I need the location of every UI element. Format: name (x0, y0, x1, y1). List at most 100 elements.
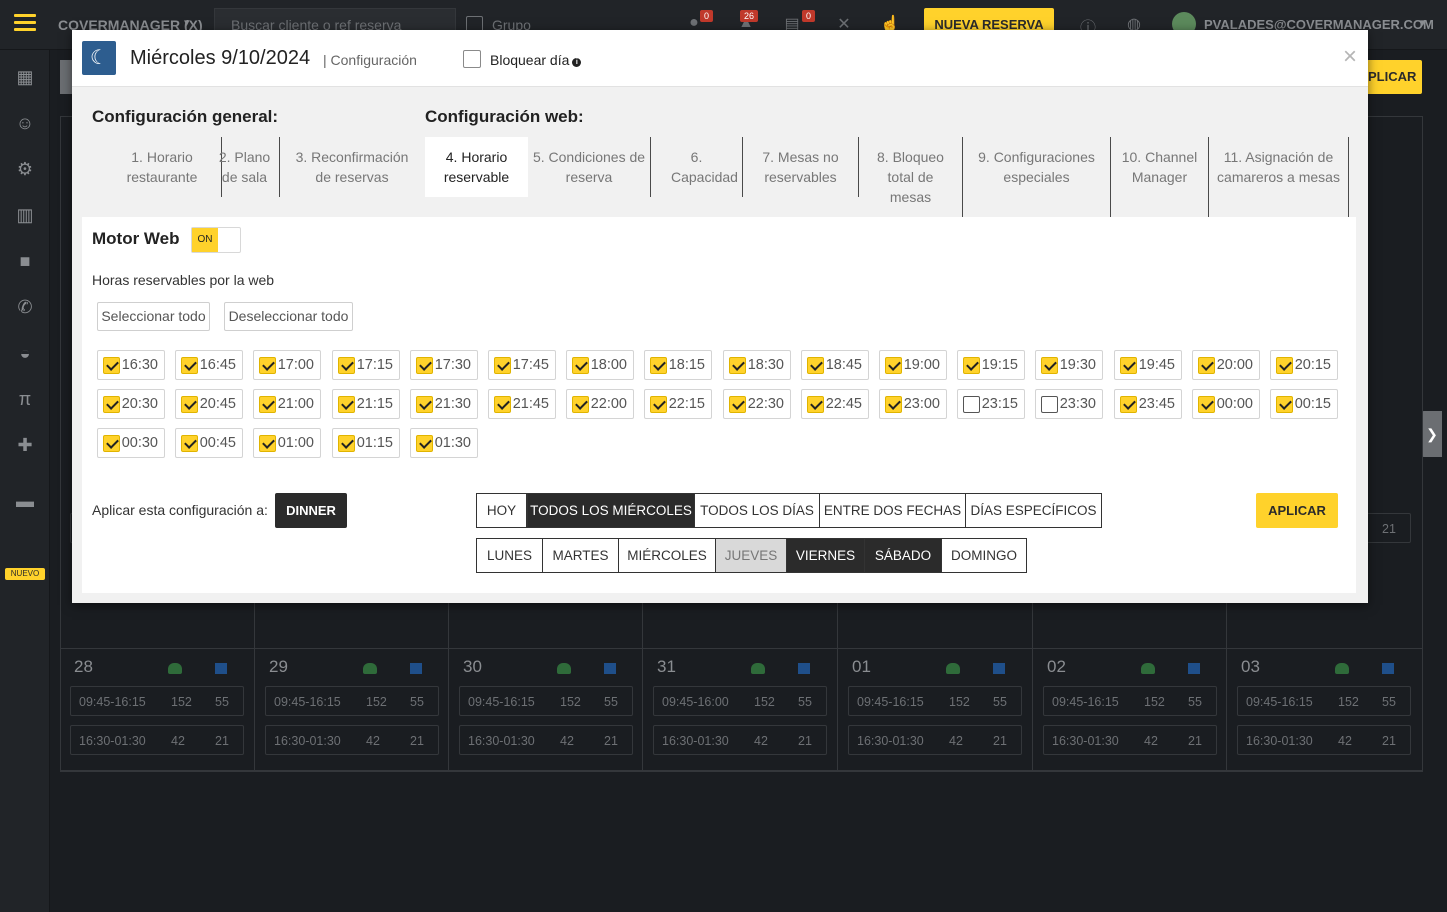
shift-slot[interactable]: 16:30-01:30 42 21 (70, 725, 244, 755)
shift-slot[interactable]: 16:30-01:30 42 21 (265, 725, 439, 755)
phone-icon[interactable]: ✆ (14, 296, 36, 318)
menu-icon[interactable] (14, 14, 36, 32)
tab-bloqueo-mesas[interactable]: 8. Bloqueo total de mesas (859, 137, 963, 217)
time-slot-checkbox[interactable] (1276, 357, 1293, 374)
gear-icon[interactable]: ⚙ (14, 158, 36, 180)
time-slot-checkbox[interactable] (729, 357, 746, 374)
motor-web-toggle[interactable]: ON (191, 227, 241, 253)
time-slot-checkbox[interactable] (1120, 396, 1137, 413)
background-apply-button[interactable]: PLICAR (1364, 60, 1422, 94)
lock-day-checkbox[interactable] (463, 50, 481, 68)
time-slot[interactable]: 23:45 (1114, 389, 1182, 419)
apply-button[interactable]: APLICAR (1256, 493, 1338, 528)
tab-asignacion-camareros[interactable]: 11. Asignación de camareros a mesas (1209, 137, 1349, 217)
time-slot-checkbox[interactable] (494, 357, 511, 374)
time-slot-checkbox[interactable] (807, 396, 824, 413)
time-slot[interactable]: 17:15 (332, 350, 400, 380)
table-icon[interactable]: π (14, 388, 36, 410)
time-slot[interactable]: 22:30 (723, 389, 791, 419)
info-icon[interactable]: i (572, 58, 582, 67)
time-slot-checkbox[interactable] (572, 396, 589, 413)
shift-dinner-button[interactable]: DINNER (275, 493, 347, 528)
tab-plano-sala[interactable]: 2. Plano de sala (210, 137, 280, 197)
time-slot[interactable]: 00:30 (97, 428, 165, 458)
weekday-lunes[interactable]: LUNES (476, 538, 543, 573)
time-slot-checkbox[interactable] (963, 396, 980, 413)
calendar-day-cell[interactable]: 31 09:45-16:00 152 55 16:30-01:30 42 21 (643, 649, 838, 771)
time-slot-checkbox[interactable] (103, 435, 120, 452)
time-slot[interactable]: 19:45 (1114, 350, 1182, 380)
time-slot[interactable]: 18:00 (566, 350, 634, 380)
time-slot[interactable]: 18:30 (723, 350, 791, 380)
cloche-icon[interactable]: ◒ (14, 342, 36, 364)
time-slot[interactable]: 22:15 (644, 389, 712, 419)
weekday-martes[interactable]: MARTES (542, 538, 619, 573)
time-slot[interactable]: 21:00 (253, 389, 321, 419)
time-slot[interactable]: 20:00 (1192, 350, 1260, 380)
time-slot-checkbox[interactable] (650, 396, 667, 413)
truck-icon[interactable]: ■ (14, 250, 36, 272)
time-slot[interactable]: 20:15 (1270, 350, 1338, 380)
time-slot-checkbox[interactable] (259, 396, 276, 413)
time-slot[interactable]: 01:30 (410, 428, 478, 458)
time-slot[interactable]: 01:00 (253, 428, 321, 458)
scope-hoy[interactable]: HOY (476, 493, 527, 528)
time-slot[interactable]: 21:15 (332, 389, 400, 419)
face-icon[interactable]: ☺ (14, 112, 36, 134)
time-slot[interactable]: 17:00 (253, 350, 321, 380)
time-slot-checkbox[interactable] (572, 357, 589, 374)
time-slot-checkbox[interactable] (416, 396, 433, 413)
background-button[interactable] (60, 60, 72, 94)
deselect-all-button[interactable]: Deseleccionar todo (224, 302, 353, 331)
time-slot-checkbox[interactable] (416, 435, 433, 452)
calendar-day-cell[interactable]: 02 09:45-16:15 152 55 16:30-01:30 42 21 (1033, 649, 1227, 771)
calendar-day-cell[interactable]: 29 09:45-16:15 152 55 16:30-01:30 42 21 (255, 649, 449, 771)
calendar-icon[interactable]: ▦ (14, 66, 36, 88)
time-slot-checkbox[interactable] (729, 396, 746, 413)
ticket-icon[interactable]: ▬ (14, 490, 36, 512)
time-slot-checkbox[interactable] (807, 357, 824, 374)
shift-slot[interactable]: 09:45-16:15 152 55 (459, 686, 633, 716)
time-slot[interactable]: 19:30 (1035, 350, 1103, 380)
scope-dias-especificos[interactable]: DÍAS ESPECÍFICOS (965, 493, 1102, 528)
tab-horario-reservable[interactable]: 4. Horario reservable (425, 137, 528, 197)
scope-entre-fechas[interactable]: ENTRE DOS FECHAS (819, 493, 966, 528)
tab-capacidad[interactable]: 6. Capacidad (651, 137, 743, 197)
time-slot[interactable]: 23:00 (879, 389, 947, 419)
time-slot-checkbox[interactable] (1198, 357, 1215, 374)
time-slot-checkbox[interactable] (338, 435, 355, 452)
time-slot[interactable]: 18:45 (801, 350, 869, 380)
time-slot[interactable]: 00:00 (1192, 389, 1260, 419)
chart-icon[interactable]: ▥ (14, 204, 36, 226)
gamepad-icon[interactable]: ✚ (14, 434, 36, 456)
shift-slot[interactable]: 16:30-01:30 42 21 (1043, 725, 1217, 755)
chevron-down-icon[interactable]: ▾ (184, 16, 190, 29)
shift-slot[interactable]: 09:45-16:15 152 55 (1237, 686, 1411, 716)
time-slot-checkbox[interactable] (1120, 357, 1137, 374)
time-slot[interactable]: 21:30 (410, 389, 478, 419)
time-slot-checkbox[interactable] (181, 396, 198, 413)
time-slot[interactable]: 23:30 (1035, 389, 1103, 419)
time-slot-checkbox[interactable] (338, 357, 355, 374)
calendar-day-cell[interactable]: 03 09:45-16:15 152 55 16:30-01:30 42 21 (1227, 649, 1423, 771)
time-slot[interactable]: 22:00 (566, 389, 634, 419)
shift-slot[interactable]: 16:30-01:30 42 21 (848, 725, 1022, 755)
chevron-right-icon[interactable]: ❯ (1422, 411, 1442, 457)
time-slot-checkbox[interactable] (259, 357, 276, 374)
time-slot[interactable]: 00:15 (1270, 389, 1338, 419)
shift-slot[interactable]: 16:30-01:30 42 21 (653, 725, 827, 755)
tab-channel-manager[interactable]: 10. Channel Manager (1111, 137, 1209, 217)
shift-slot[interactable]: 09:45-16:15 152 55 (265, 686, 439, 716)
time-slot-checkbox[interactable] (650, 357, 667, 374)
time-slot[interactable]: 20:45 (175, 389, 243, 419)
tab-condiciones[interactable]: 5. Condiciones de reserva (528, 137, 651, 197)
time-slot-checkbox[interactable] (1276, 396, 1293, 413)
weekday-sabado[interactable]: SÁBADO (864, 538, 942, 573)
chevron-down-icon[interactable]: ▾ (1420, 16, 1426, 29)
time-slot-checkbox[interactable] (103, 396, 120, 413)
shift-slot[interactable]: 09:45-16:15 152 55 (1043, 686, 1217, 716)
tab-configuraciones-especiales[interactable]: 9. Configuraciones especiales (963, 137, 1111, 217)
shift-slot[interactable]: 16:30-01:30 42 21 (459, 725, 633, 755)
time-slot-checkbox[interactable] (885, 357, 902, 374)
time-slot-checkbox[interactable] (416, 357, 433, 374)
